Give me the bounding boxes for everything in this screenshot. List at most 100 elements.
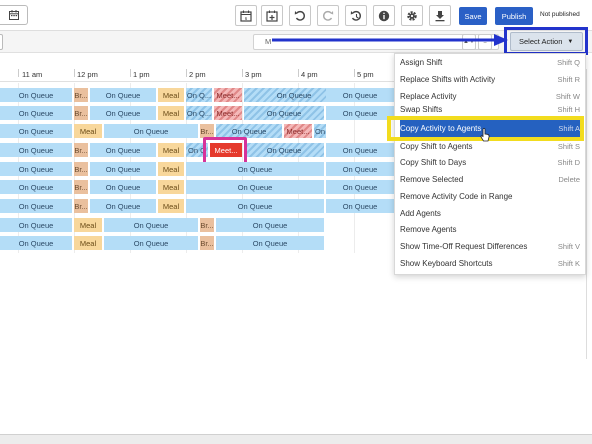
info-button[interactable] [373, 5, 395, 26]
activity-block[interactable]: On Queue [90, 143, 156, 157]
activity-block[interactable]: On Queue [186, 199, 324, 213]
activity-block[interactable]: Br... [74, 162, 88, 176]
activity-block[interactable]: Meet... [214, 106, 242, 120]
activity-block[interactable]: On Queue [326, 162, 394, 176]
calendar-day-icon: 6 [240, 10, 252, 22]
menu-item-label: Replace Shifts with Activity [400, 75, 496, 84]
publish-button[interactable]: Publish [495, 7, 533, 25]
menu-item-label: Add Agents [400, 209, 441, 218]
activity-block[interactable]: Br... [74, 199, 88, 213]
calendar-add-icon [266, 10, 278, 22]
activity-block[interactable]: Br... [200, 236, 214, 250]
activity-block[interactable]: On Queue [0, 124, 72, 138]
menu-item-assign-shift[interactable]: Assign Shift Shift Q [400, 54, 580, 71]
menu-item-shortcut: Shift R [557, 75, 580, 84]
bottom-scrollbar[interactable] [0, 434, 592, 444]
menu-item-remove-agents[interactable]: Remove Agents [400, 221, 580, 238]
hour-tick [130, 69, 131, 77]
activity-block[interactable]: On Queue [0, 88, 72, 102]
activity-block[interactable]: On Queue [326, 143, 394, 157]
activity-block[interactable]: Br... [200, 218, 214, 232]
undo-button[interactable] [289, 5, 311, 26]
save-button[interactable]: Save [459, 7, 487, 25]
activity-block[interactable]: Meal [158, 106, 184, 120]
activity-block[interactable]: Meal [158, 199, 184, 213]
redo-button[interactable] [317, 5, 339, 26]
activity-block[interactable]: On Queue [326, 88, 394, 102]
menu-item-shortcut: Shift W [555, 92, 580, 101]
settings-button[interactable] [401, 5, 423, 26]
activity-block[interactable]: Meal [158, 88, 184, 102]
activity-block[interactable]: Br... [74, 106, 88, 120]
date-picker-button[interactable] [0, 5, 28, 25]
activity-block[interactable]: Meal [74, 236, 102, 250]
activity-block[interactable]: On Q... [186, 106, 212, 120]
activity-block[interactable]: On Queue [326, 106, 394, 120]
menu-item-replace-activity[interactable]: Replace Activity Shift W [400, 88, 580, 105]
annotation-arrow-icon [272, 34, 508, 46]
calendar-day-button[interactable]: 6 [235, 5, 257, 26]
menu-item-remove-activity-code-in-range[interactable]: Remove Activity Code in Range [400, 188, 580, 205]
activity-block[interactable]: On Queue [326, 180, 394, 194]
menu-item-label: Remove Agents [400, 225, 457, 234]
activity-block[interactable]: On Queue [90, 180, 156, 194]
left-filter-input[interactable] [0, 34, 3, 50]
add-calendar-button[interactable] [261, 5, 283, 26]
menu-item-swap-shifts[interactable]: Swap Shifts Shift H [400, 104, 580, 116]
activity-block[interactable]: On Queue [186, 162, 324, 176]
undo-icon [294, 10, 305, 21]
menu-item-replace-shifts-with-activity[interactable]: Replace Shifts with Activity Shift R [400, 71, 580, 88]
activity-block[interactable]: On Queue [0, 180, 72, 194]
activity-block[interactable]: Meal [158, 162, 184, 176]
schedule-row: On Queue Meal On Queue Br... On Queue [0, 236, 400, 253]
menu-item-show-keyboard-shortcuts[interactable]: Show Keyboard Shortcuts Shift K [400, 255, 580, 272]
activity-block[interactable]: On [314, 124, 326, 138]
activity-block[interactable]: On Queue [90, 88, 156, 102]
activity-block[interactable]: On Queue [104, 218, 198, 232]
hour-label: 3 pm [245, 70, 262, 79]
activity-block[interactable]: On Queue [90, 199, 156, 213]
activity-block[interactable]: On Queue [186, 180, 324, 194]
activity-block[interactable]: On Queue [90, 106, 156, 120]
schedule-row: On Queue Br... On Queue Meal On Queue On… [0, 199, 400, 216]
activity-block[interactable]: On Queue [0, 162, 72, 176]
activity-block[interactable]: On Queue [216, 124, 282, 138]
menu-item-copy-shift-to-days[interactable]: Copy Shift to Days Shift D [400, 154, 580, 171]
activity-block[interactable]: On Queue [326, 199, 394, 213]
activity-block[interactable]: On Queue [0, 199, 72, 213]
activity-block[interactable]: On Queue [0, 106, 72, 120]
menu-item-label: Copy Shift to Days [400, 158, 467, 167]
activity-block[interactable]: Br... [200, 124, 214, 138]
hour-label: 1 pm [133, 70, 150, 79]
activity-block[interactable]: Meal [158, 180, 184, 194]
activity-block[interactable]: On Queue [0, 236, 72, 250]
activity-block[interactable]: On Queue [216, 236, 324, 250]
activity-block[interactable]: Meet... [214, 88, 242, 102]
menu-item-show-time-off-request-differences[interactable]: Show Time-Off Request Differences Shift V [400, 238, 580, 255]
activity-block[interactable]: On Queue [0, 218, 72, 232]
publish-status-text: Not published [540, 11, 580, 18]
menu-item-shortcut: Shift Q [557, 58, 580, 67]
activity-block[interactable]: Meal [158, 143, 184, 157]
activity-block[interactable]: On Queue [244, 143, 324, 157]
activity-block[interactable]: On Queue [90, 162, 156, 176]
activity-block[interactable]: On Queue [104, 124, 198, 138]
download-button[interactable] [429, 5, 451, 26]
activity-block[interactable]: Meal [74, 124, 102, 138]
menu-item-add-agents[interactable]: Add Agents [400, 205, 580, 222]
schedule-row: On Queue Br... On Queue Meal On Queue On… [0, 180, 400, 197]
activity-block[interactable]: On Q... [186, 88, 212, 102]
history-button[interactable] [345, 5, 367, 26]
activity-block[interactable]: Br... [74, 143, 88, 157]
activity-block[interactable]: On Queue [244, 106, 324, 120]
activity-block[interactable]: Br... [74, 88, 88, 102]
download-icon [435, 10, 445, 21]
right-scroll-strip[interactable] [586, 69, 592, 359]
activity-block[interactable]: Meal [74, 218, 102, 232]
menu-item-remove-selected[interactable]: Remove Selected Delete [400, 171, 580, 188]
activity-block[interactable]: On Queue [104, 236, 198, 250]
activity-block[interactable]: Br... [74, 180, 88, 194]
activity-block[interactable]: Meet... [284, 124, 312, 138]
activity-block[interactable]: On Queue [0, 143, 72, 157]
activity-block[interactable]: On Queue [216, 218, 324, 232]
